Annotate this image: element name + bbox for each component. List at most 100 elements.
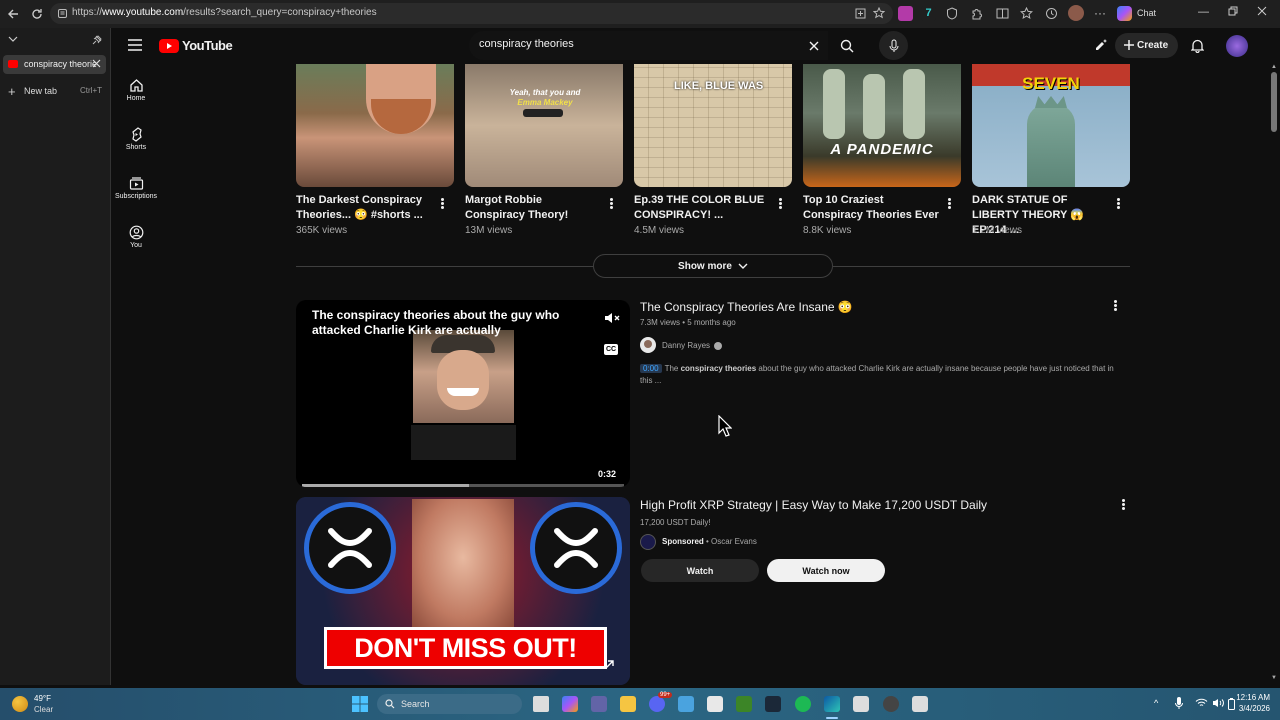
- volume-icon[interactable]: [1212, 698, 1224, 708]
- create-button[interactable]: Create: [1115, 33, 1178, 58]
- app-available-icon[interactable]: [855, 8, 866, 19]
- advertiser-avatar[interactable]: [640, 534, 656, 550]
- watch-now-button[interactable]: Watch now: [767, 559, 885, 582]
- search-box[interactable]: conspiracy theories: [469, 31, 828, 60]
- moon-weather-icon[interactable]: [12, 696, 28, 712]
- spotify-icon[interactable]: [795, 696, 811, 712]
- short-thumbnail[interactable]: [296, 64, 454, 187]
- new-tab-button[interactable]: + New tab Ctrl+T: [0, 83, 108, 101]
- advertiser-name[interactable]: Oscar Evans: [711, 537, 757, 546]
- short-card[interactable]: SEVEN DARK STATUE OF LIBERTY THEORY 😱 EP…: [972, 64, 1130, 236]
- microphone-tray-icon[interactable]: [1175, 697, 1183, 710]
- captions-icon[interactable]: CC: [604, 344, 618, 355]
- video-thumbnail-preview[interactable]: The conspiracy theories about the guy wh…: [296, 300, 630, 487]
- show-more-button[interactable]: Show more: [593, 254, 833, 278]
- short-card[interactable]: A PANDEMIC Top 10 Craziest Conspiracy Th…: [803, 64, 961, 236]
- guide-item-you[interactable]: You: [111, 225, 161, 249]
- app-icon[interactable]: [912, 696, 928, 712]
- clear-search-icon[interactable]: [809, 41, 819, 51]
- close-window-icon[interactable]: [1257, 6, 1267, 16]
- store-icon[interactable]: [707, 696, 723, 712]
- more-actions-icon[interactable]: [777, 197, 783, 211]
- steam-icon[interactable]: [765, 696, 781, 712]
- profile-avatar[interactable]: [1068, 5, 1084, 21]
- clock-time[interactable]: 12:16 AM: [1228, 693, 1270, 702]
- chat-label[interactable]: Chat: [1137, 8, 1156, 18]
- scrollbar-thumb[interactable]: [1271, 72, 1277, 132]
- wifi-icon[interactable]: [1195, 698, 1208, 708]
- mute-icon[interactable]: [604, 311, 620, 325]
- video-title[interactable]: The Conspiracy Theories Are Insane 😳: [640, 300, 853, 314]
- minecraft-icon[interactable]: [736, 696, 752, 712]
- notifications-bell-icon[interactable]: [1191, 38, 1204, 53]
- site-info-icon[interactable]: [57, 8, 68, 19]
- channel-avatar[interactable]: [640, 337, 656, 353]
- weather-temp[interactable]: 49°F: [34, 694, 51, 703]
- short-title[interactable]: The Darkest Conspiracy Theories... 😳 #sh…: [296, 193, 434, 223]
- shield-icon[interactable]: [946, 7, 958, 20]
- puzzle-extensions-icon[interactable]: [970, 7, 983, 20]
- sparkle-icon[interactable]: [1094, 38, 1108, 52]
- discord-icon[interactable]: [649, 696, 665, 712]
- external-link-icon[interactable]: [604, 659, 615, 670]
- channel-name[interactable]: Danny Rayes: [662, 341, 710, 350]
- short-card[interactable]: LIKE, BLUE WAS Ep.39 THE COLOR BLUE CONS…: [634, 64, 792, 236]
- more-menu-icon[interactable]: ···: [1094, 6, 1106, 20]
- edge-icon[interactable]: [824, 696, 840, 712]
- ad-thumbnail[interactable]: DON'T MISS OUT!: [296, 497, 630, 685]
- short-title[interactable]: Margot Robbie Conspiracy Theory!: [465, 193, 603, 223]
- youtube-logo[interactable]: YouTube: [159, 38, 233, 53]
- restore-icon[interactable]: [1228, 6, 1238, 16]
- more-actions-icon[interactable]: [946, 197, 952, 211]
- back-icon[interactable]: [4, 5, 22, 23]
- hamburger-menu-icon[interactable]: [128, 39, 142, 51]
- more-actions-icon[interactable]: [1122, 498, 1125, 511]
- address-bar[interactable]: https://www.youtube.com/results?search_q…: [50, 3, 893, 24]
- chevron-down-icon[interactable]: [8, 35, 18, 43]
- more-actions-icon[interactable]: [439, 197, 445, 211]
- short-thumbnail[interactable]: Yeah, that you and Emma Mackey: [465, 64, 623, 187]
- guide-item-home[interactable]: Home: [111, 78, 161, 102]
- search-input[interactable]: conspiracy theories: [479, 38, 574, 50]
- guide-item-subscriptions[interactable]: Subscriptions: [111, 176, 161, 200]
- file-explorer-icon[interactable]: [620, 696, 636, 712]
- windows-start-icon[interactable]: [352, 696, 368, 712]
- search-button[interactable]: [828, 31, 866, 60]
- task-view-icon[interactable]: [533, 696, 549, 712]
- more-actions-icon[interactable]: [1115, 197, 1121, 211]
- pin-icon[interactable]: [91, 34, 103, 46]
- voice-search-button[interactable]: [879, 31, 908, 60]
- short-thumbnail[interactable]: A PANDEMIC: [803, 64, 961, 187]
- pen-app-icon[interactable]: [678, 696, 694, 712]
- history-icon[interactable]: [1045, 7, 1058, 20]
- tab-conspiracy-theories[interactable]: conspiracy theorie: [3, 55, 106, 74]
- account-avatar[interactable]: [1226, 35, 1248, 57]
- copilot-taskbar-icon[interactable]: [562, 696, 578, 712]
- scroll-down-icon[interactable]: ▼: [1271, 675, 1277, 681]
- channel-name-row[interactable]: Danny Rayes: [662, 341, 723, 350]
- minimize-icon[interactable]: —: [1198, 6, 1209, 18]
- short-thumbnail[interactable]: LIKE, BLUE WAS: [634, 64, 792, 187]
- short-card[interactable]: The Darkest Conspiracy Theories... 😳 #sh…: [296, 64, 454, 236]
- short-thumbnail[interactable]: SEVEN: [972, 64, 1130, 187]
- favorite-star-icon[interactable]: [873, 7, 885, 19]
- short-card[interactable]: Yeah, that you and Emma Mackey Margot Ro…: [465, 64, 623, 236]
- short-title[interactable]: Ep.39 THE COLOR BLUE CONSPIRACY! ...: [634, 193, 772, 223]
- favorites-icon[interactable]: [1020, 7, 1033, 20]
- more-actions-icon[interactable]: [1114, 299, 1117, 312]
- more-actions-icon[interactable]: [608, 197, 614, 211]
- playback-progress-bar[interactable]: [302, 484, 624, 487]
- clock-date[interactable]: 3/4/2026: [1228, 704, 1270, 713]
- chrome-icon[interactable]: [883, 696, 899, 712]
- refresh-icon[interactable]: [28, 5, 46, 23]
- snipping-tool-icon[interactable]: [853, 696, 869, 712]
- split-screen-icon[interactable]: [996, 7, 1009, 20]
- extension-icon-1[interactable]: [898, 6, 913, 21]
- ad-title[interactable]: High Profit XRP Strategy | Easy Way to M…: [640, 498, 987, 512]
- tray-chevron-up-icon[interactable]: ^: [1154, 698, 1158, 708]
- short-title[interactable]: Top 10 Craziest Conspiracy Theories Ever: [803, 193, 941, 223]
- page-scrollbar[interactable]: ▲ ▼: [1268, 64, 1280, 685]
- teams-icon[interactable]: [591, 696, 607, 712]
- scroll-up-icon[interactable]: ▲: [1271, 64, 1277, 70]
- close-tab-icon[interactable]: [92, 59, 101, 68]
